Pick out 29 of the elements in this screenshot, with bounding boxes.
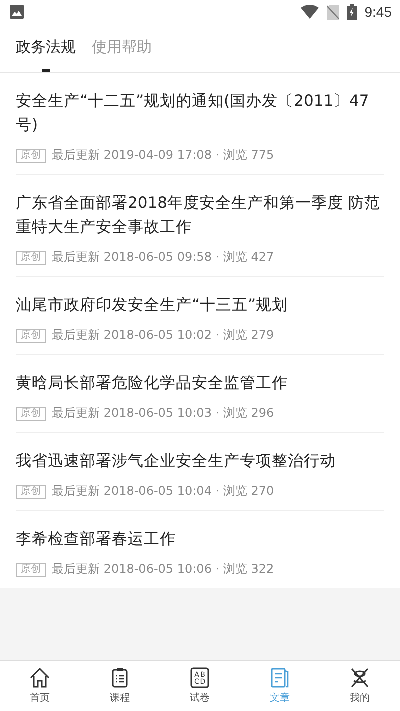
- article-meta: 最后更新 2019-04-09 17:08 · 浏览 775: [52, 147, 274, 164]
- article-meta: 最后更新 2018-06-05 10:04 · 浏览 270: [52, 483, 274, 500]
- article-title[interactable]: 李希检查部署春运工作: [16, 527, 384, 551]
- article-meta: 最后更新 2018-06-05 09:58 · 浏览 427: [52, 249, 274, 266]
- image-icon: [10, 5, 24, 19]
- article-title[interactable]: 安全生产“十二五”规划的通知(国办发〔2011〕47号): [16, 89, 384, 137]
- article-title[interactable]: 黄晗局长部署危险化学品安全监管工作: [16, 371, 384, 395]
- nav-tab[interactable]: 课程: [80, 661, 160, 711]
- original-tag: 原创: [16, 148, 46, 162]
- original-tag: 原创: [16, 406, 46, 420]
- nav-tab[interactable]: 首页: [0, 661, 80, 711]
- battery-charging-icon: [346, 4, 357, 20]
- article-title[interactable]: 汕尾市政府印发安全生产“十三五”规划: [16, 293, 384, 317]
- wifi-icon: [300, 5, 319, 19]
- article-title[interactable]: 广东省全面部署2018年度安全生产和第一季度 防范重特大生产安全事故工作: [16, 191, 384, 239]
- document-icon: [269, 667, 291, 689]
- clock-time: 9:45: [364, 4, 392, 20]
- original-tag: 原创: [16, 484, 46, 498]
- article-title[interactable]: 我省迅速部署涉气企业安全生产专项整治行动: [16, 449, 384, 473]
- original-tag: 原创: [16, 250, 46, 264]
- nav-tab[interactable]: 我的: [320, 661, 400, 711]
- article-meta: 最后更新 2018-06-05 10:06 · 浏览 322: [52, 561, 274, 578]
- original-tag: 原创: [16, 328, 46, 342]
- original-tag: 原创: [16, 562, 46, 576]
- home-icon: [29, 667, 51, 689]
- tab[interactable]: 政务法规: [16, 24, 76, 72]
- no-sim-icon: [326, 4, 339, 20]
- article-meta: 最后更新 2018-06-05 10:02 · 浏览 279: [52, 327, 274, 344]
- article-meta: 最后更新 2018-06-05 10:03 · 浏览 296: [52, 405, 274, 422]
